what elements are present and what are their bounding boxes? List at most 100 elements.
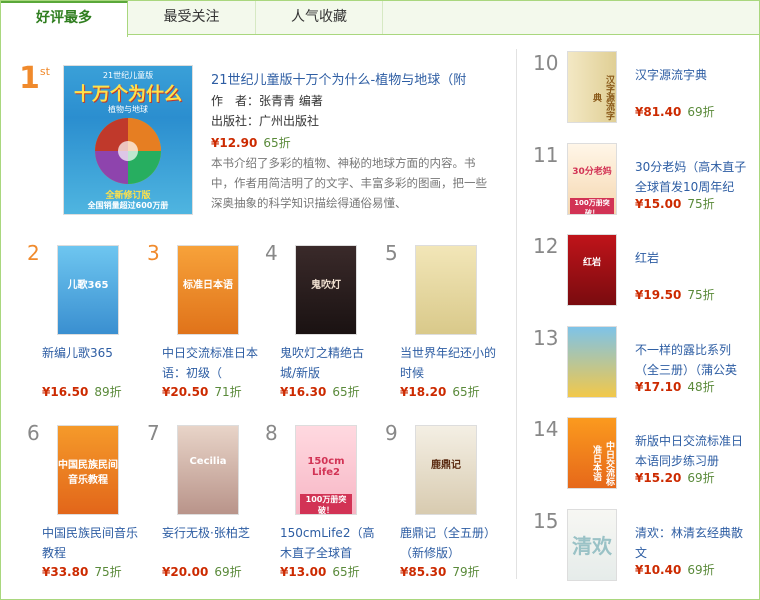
price: ¥13.00 [280, 565, 327, 579]
tab-best-reviewed[interactable]: 好评最多 [1, 1, 128, 37]
discount: 48折 [687, 379, 715, 394]
featured-book-title[interactable]: 21世纪儿童版十万个为什么-植物与地球（附 [211, 71, 501, 91]
book-title[interactable]: 中日交流标准日本语：初级（ [162, 343, 262, 383]
price: ¥19.50 [635, 288, 682, 302]
book-cover[interactable]: 30分老妈 100万册突破！ [567, 142, 617, 215]
discount: 75折 [687, 288, 715, 302]
price-row: ¥15.00 75折 [635, 195, 715, 212]
book-title[interactable]: 150cmLife2（高木直子全球首 [280, 523, 380, 563]
cover-text: 150cm Life2 [307, 456, 345, 478]
cover-text: 中日交流标准日本语 [591, 440, 614, 486]
discount: 65折 [452, 385, 480, 399]
price-row: ¥13.00 65折 [280, 563, 360, 580]
book-title[interactable]: 汉字源流字典 [635, 65, 747, 85]
book-title[interactable]: 新编儿歌365 [42, 343, 142, 363]
column-divider [516, 49, 517, 579]
tab-most-collected[interactable]: 人气收藏 [256, 1, 383, 34]
book-cover[interactable]: 150cm Life2 100万册突破！ [295, 425, 357, 515]
book-cover[interactable] [415, 245, 477, 335]
author-label: 作 者： [211, 94, 260, 108]
discount: 65折 [263, 136, 291, 150]
price-row: ¥85.30 79折 [400, 563, 480, 580]
cover-text: 标准日本语 [183, 280, 233, 291]
cover-subtitle-text: 植物与地球 [108, 105, 148, 114]
cover-title-text: 十万个为什么 [74, 84, 182, 105]
discount: 69折 [214, 565, 242, 579]
rank-badge: 3 [147, 241, 160, 265]
book-title[interactable]: 不一样的露比系列（全三册）（蒲公英 [635, 340, 747, 380]
cover-text: 清欢 [572, 533, 612, 558]
price-row: ¥20.00 69折 [162, 563, 242, 580]
discount: 65折 [332, 385, 360, 399]
featured-publisher-row: 出版社：广州出版社 [211, 111, 319, 131]
tab-most-followed[interactable]: 最受关注 [128, 1, 256, 34]
price-row: ¥15.20 69折 [635, 469, 715, 486]
cover-badge: 100万册突破！ [570, 197, 614, 214]
price: ¥20.00 [162, 565, 209, 579]
book-title[interactable]: 鹿鼎记（全五册）（新修版） [400, 523, 500, 563]
featured-book-cover[interactable]: 21世纪儿童版 十万个为什么 植物与地球 全新修订版 全国销量超过600万册 [63, 65, 193, 215]
author-value: 张青青 编著 [259, 94, 323, 108]
book-cover[interactable]: 中日交流标准日本语 [567, 417, 617, 489]
cover-text: 中国民族民间音乐教程 [58, 460, 118, 486]
price-row: ¥17.10 48折 [635, 378, 715, 395]
book-title[interactable]: 妄行无极·张柏芝 [162, 523, 262, 543]
rank-badge: 5 [385, 241, 398, 265]
rank-badge: 9 [385, 421, 398, 445]
price-row: ¥33.80 75折 [42, 563, 122, 580]
price-row: ¥19.50 75折 [635, 286, 715, 303]
book-cover[interactable]: 标准日本语 [177, 245, 239, 335]
price-row: ¥10.40 69折 [635, 561, 715, 578]
book-cover[interactable]: 汉字源流字典 [567, 51, 617, 123]
price: ¥15.00 [635, 196, 682, 211]
discount: 79折 [452, 565, 480, 579]
book-title[interactable]: 中国民族民间音乐教程 [42, 523, 142, 563]
book-cover[interactable]: 红岩 [567, 234, 617, 306]
price: ¥20.50 [162, 385, 209, 399]
book-title[interactable]: 鬼吹灯之精绝古城/新版 [280, 343, 380, 383]
cover-text: 30分老妈 [572, 166, 612, 177]
book-cover[interactable]: 鬼吹灯 [295, 245, 357, 335]
book-cover[interactable]: 儿歌365 [57, 245, 119, 335]
book-cover[interactable] [567, 325, 617, 398]
featured-price-row: ¥12.90 65折 [211, 134, 291, 151]
price: ¥18.20 [400, 385, 447, 399]
book-title[interactable]: 清欢：林清玄经典散文 [635, 523, 747, 563]
discount: 65折 [332, 565, 360, 579]
cover-text: 鬼吹灯 [311, 280, 341, 291]
rank-badge: 4 [265, 241, 278, 265]
price: ¥81.40 [635, 105, 682, 119]
price-row: ¥20.50 71折 [162, 383, 242, 400]
tab-bar: 好评最多 最受关注 人气收藏 [1, 1, 759, 37]
rank-badge: 11 [533, 142, 559, 167]
book-title[interactable]: 30分老妈（高木直子全球首发10周年纪 [635, 157, 747, 197]
discount: 69折 [687, 562, 715, 577]
book-cover[interactable]: Cecilia [177, 425, 239, 515]
price: ¥12.90 [211, 136, 258, 150]
book-title[interactable]: 当世界年纪还小的时候 [400, 343, 500, 383]
rank-badge: 15 [533, 508, 559, 533]
price: ¥85.30 [400, 565, 447, 579]
cover-badge: 100万册突破！ [300, 494, 352, 514]
book-cover[interactable]: 中国民族民间音乐教程 [57, 425, 119, 515]
rank-badge: 13 [533, 325, 559, 350]
rank-suffix: st [39, 65, 50, 78]
price: ¥17.10 [635, 379, 682, 394]
discount: 69折 [687, 105, 715, 119]
discount: 75折 [94, 565, 122, 579]
book-cover[interactable]: 鹿鼎记 [415, 425, 477, 515]
book-cover[interactable]: 清欢 [567, 508, 617, 581]
rank-badge: 8 [265, 421, 278, 445]
publisher-value: 广州出版社 [259, 114, 320, 128]
book-title[interactable]: 红岩 [635, 248, 747, 268]
rank-badge-1: 1st [19, 61, 50, 96]
rank-badge: 10 [533, 51, 559, 75]
price: ¥10.40 [635, 562, 682, 577]
cover-text: Cecilia [189, 456, 227, 467]
price-row: ¥16.30 65折 [280, 383, 360, 400]
cover-illustration [95, 118, 161, 184]
cover-text: 鹿鼎记 [431, 460, 461, 471]
ranking-panel: 好评最多 最受关注 人气收藏 1st 21世纪儿童版 十万个为什么 植物与地球 … [0, 0, 760, 600]
book-title[interactable]: 新版中日交流标准日本语同步练习册 [635, 431, 747, 471]
price-row: ¥16.50 89折 [42, 383, 122, 400]
